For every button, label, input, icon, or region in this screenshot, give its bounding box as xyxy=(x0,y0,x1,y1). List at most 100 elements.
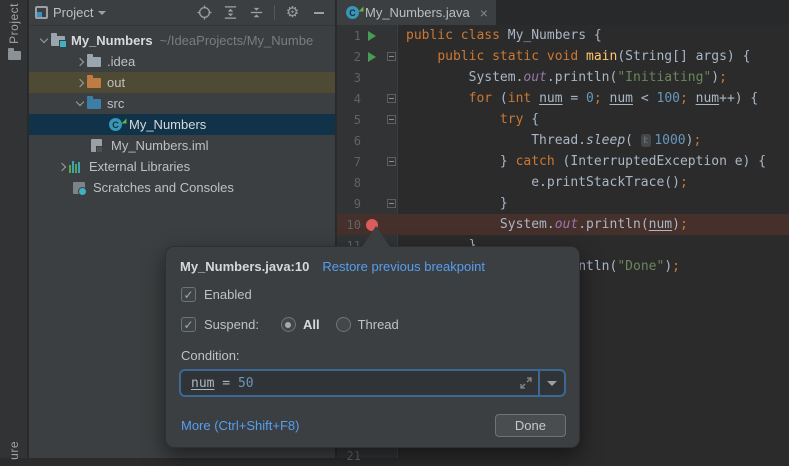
code-token xyxy=(531,91,539,106)
tree-item-my-numbers[interactable]: CMy_Numbers xyxy=(29,114,335,135)
code-line-21[interactable]: 21 xyxy=(337,445,789,466)
project-tree: My_Numbers~/IdeaProjects/My_Numbe .idea ou… xyxy=(29,26,335,198)
line-number[interactable]: 1 xyxy=(337,29,361,43)
tree-item-my-numbers[interactable]: My_Numbers~/IdeaProjects/My_Numbe xyxy=(29,30,335,51)
tree-item-scratches-and-consoles[interactable]: Scratches and Consoles xyxy=(29,177,335,198)
line-number[interactable]: 4 xyxy=(337,92,361,106)
code-line-8[interactable]: 8 e.printStackTrace(); xyxy=(337,172,789,193)
line-number[interactable]: 21 xyxy=(337,449,361,463)
code-token: for xyxy=(469,91,492,106)
line-number[interactable]: 6 xyxy=(337,134,361,148)
collapse-all-icon[interactable] xyxy=(248,4,265,21)
restore-breakpoint-link[interactable]: Restore previous breakpoint xyxy=(322,259,485,274)
expand-all-icon[interactable] xyxy=(222,4,239,21)
tree-item-icon-wrap xyxy=(51,36,69,46)
fold-slot[interactable] xyxy=(383,115,399,124)
line-number[interactable]: 8 xyxy=(337,176,361,190)
editor-tab[interactable]: C My_Numbers.java × xyxy=(337,0,496,25)
fold-slot[interactable] xyxy=(383,157,399,166)
code-text: for (int num = 0; num < 100; num++) { xyxy=(399,91,758,106)
code-text: public class My_Numbers { xyxy=(399,28,602,43)
code-text: e.printStackTrace(); xyxy=(399,175,688,190)
code-token: System. xyxy=(406,217,555,232)
project-tool-icon[interactable] xyxy=(8,51,21,60)
code-line-6[interactable]: 6 Thread.sleep( l:1000); xyxy=(337,130,789,151)
line-number[interactable]: 2 xyxy=(337,50,361,64)
popup-arrow xyxy=(362,226,390,247)
suspend-thread-label: Thread xyxy=(358,317,399,332)
line-number[interactable]: 5 xyxy=(337,113,361,127)
code-token: main xyxy=(586,49,617,64)
code-line-7[interactable]: 7 } catch (InterruptedException e) { xyxy=(337,151,789,172)
project-panel-title[interactable]: Project xyxy=(53,5,93,20)
code-token: out xyxy=(523,70,546,85)
code-token: ; xyxy=(719,70,727,85)
chevron-down-icon[interactable] xyxy=(98,11,106,15)
structure-stripe-button[interactable]: ure xyxy=(7,441,21,460)
chevron-down-icon[interactable] xyxy=(37,39,51,42)
gutter-icon-slot[interactable] xyxy=(361,52,383,62)
code-token: catch xyxy=(516,154,555,169)
tree-item-src[interactable]: src xyxy=(29,93,335,114)
suspend-all-radio[interactable] xyxy=(281,317,296,332)
chevron-right-icon[interactable] xyxy=(73,59,87,65)
code-text: System.out.println("Initiating"); xyxy=(399,70,727,85)
condition-label: Condition: xyxy=(179,348,566,363)
code-token: ; xyxy=(672,259,680,274)
project-stripe-button[interactable]: Project xyxy=(7,3,21,44)
enabled-checkbox[interactable]: ✓ xyxy=(181,287,196,302)
code-line-4[interactable]: 4 for (int num = 0; num < 100; num++) { xyxy=(337,88,789,109)
more-settings-link[interactable]: More (Ctrl+Shift+F8) xyxy=(181,418,299,433)
suspend-checkbox[interactable]: ✓ xyxy=(181,317,196,332)
fold-slot[interactable] xyxy=(383,199,399,208)
tree-item-label: My_Numbers xyxy=(129,117,206,132)
tree-item-icon-wrap xyxy=(91,139,109,152)
code-line-5[interactable]: 5 try { xyxy=(337,109,789,130)
fold-icon[interactable] xyxy=(387,157,396,166)
done-button[interactable]: Done xyxy=(495,414,566,437)
chevron-right-icon[interactable] xyxy=(55,164,69,170)
condition-value[interactable]: num = 50 xyxy=(181,376,514,391)
run-arrow-icon[interactable] xyxy=(368,31,376,41)
line-number[interactable]: 10 xyxy=(337,218,361,232)
code-token xyxy=(688,91,696,106)
tree-item-my-numbers-iml[interactable]: My_Numbers.iml xyxy=(29,135,335,156)
code-token: ) xyxy=(711,70,719,85)
hide-panel-icon[interactable] xyxy=(310,4,327,21)
close-icon[interactable]: × xyxy=(480,7,488,19)
fold-icon[interactable] xyxy=(387,115,396,124)
locate-icon[interactable] xyxy=(196,4,213,21)
code-line-9[interactable]: 9 } xyxy=(337,193,789,214)
fold-icon[interactable] xyxy=(387,52,396,61)
suspend-thread-radio[interactable] xyxy=(336,317,351,332)
fold-icon[interactable] xyxy=(387,199,396,208)
tree-item-label: .idea xyxy=(107,54,135,69)
settings-gear-icon[interactable]: ⚙ xyxy=(284,4,301,21)
fold-slot[interactable] xyxy=(383,94,399,103)
code-token: "Done" xyxy=(617,259,664,274)
code-line-2[interactable]: 2 public static void main(String[] args)… xyxy=(337,46,789,67)
run-arrow-icon[interactable] xyxy=(368,52,376,62)
expand-editor-icon[interactable] xyxy=(514,377,538,389)
line-number[interactable]: 9 xyxy=(337,197,361,211)
fold-icon[interactable] xyxy=(387,94,396,103)
fold-slot[interactable] xyxy=(383,52,399,61)
code-token: = xyxy=(563,91,586,106)
gutter-icon-slot[interactable] xyxy=(361,31,383,41)
tree-item-label: External Libraries xyxy=(89,159,190,174)
line-number[interactable]: 3 xyxy=(337,71,361,85)
chevron-right-icon[interactable] xyxy=(73,80,87,86)
suspend-all-label: All xyxy=(303,317,320,332)
code-line-10[interactable]: 10 System.out.println(num); xyxy=(337,214,789,235)
code-line-1[interactable]: 1 public class My_Numbers { xyxy=(337,25,789,46)
chevron-down-icon[interactable] xyxy=(73,102,87,105)
tree-item-out[interactable]: out xyxy=(29,72,335,93)
condition-input[interactable]: num = 50 xyxy=(179,369,566,397)
ide-window: { "colors": { "panel_bg": "#3c3f41", "ed… xyxy=(0,0,789,458)
tree-item--idea[interactable]: .idea xyxy=(29,51,335,72)
line-number[interactable]: 7 xyxy=(337,155,361,169)
tree-item-external-libraries[interactable]: External Libraries xyxy=(29,156,335,177)
code-line-3[interactable]: 3 System.out.println("Initiating"); xyxy=(337,67,789,88)
code-token: ; xyxy=(693,133,701,148)
condition-dropdown-button[interactable] xyxy=(540,371,564,395)
